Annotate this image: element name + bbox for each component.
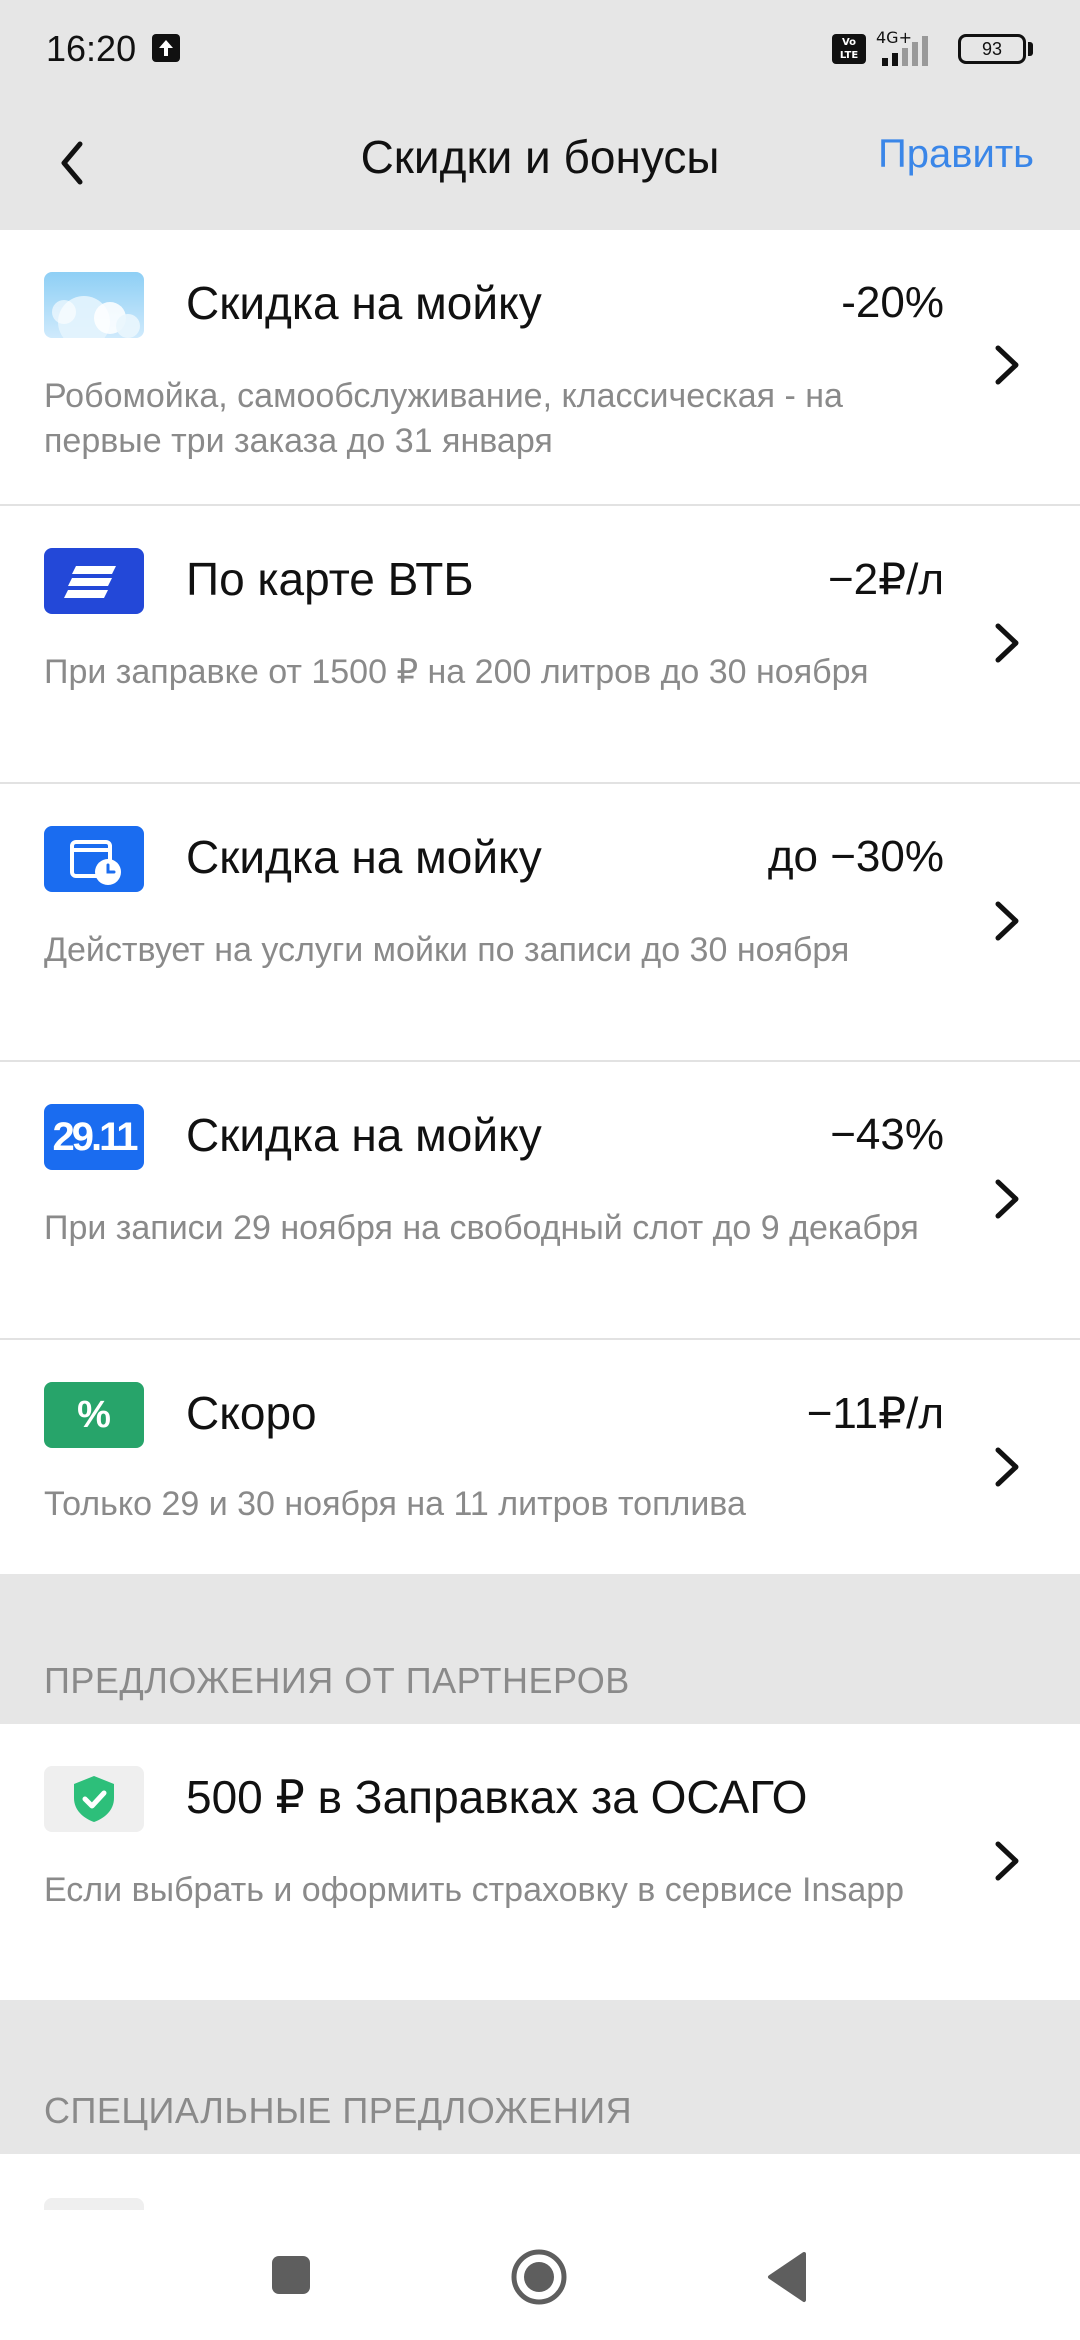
status-bar: 16:20 Vo LTE 4G+ 93	[0, 0, 1080, 100]
card-description: Действует на услуги мойки по записи до 3…	[44, 931, 850, 969]
discount-card[interactable]: Скидка на мойку до −30% Действует на усл…	[0, 784, 1080, 1062]
date-badge-icon: 29.11	[44, 1104, 144, 1170]
chevron-right-icon	[995, 1179, 1019, 1219]
card-value: -20%	[841, 278, 944, 327]
card-title: Скидка на мойку	[186, 831, 542, 883]
calendar-clock-icon	[44, 826, 144, 892]
card-description: Если выбрать и оформить страховку в серв…	[44, 1871, 905, 1909]
partner-offer-card[interactable]: 500 ₽ в Заправках за ОСАГО Если выбрать …	[0, 1724, 1080, 2000]
card-description: Робомойка, самообслуживание, классическа…	[44, 377, 843, 460]
discount-card[interactable]: 29.11 Скидка на мойку −43% При записи 29…	[0, 1062, 1080, 1340]
card-value: −11₽/л	[806, 1389, 944, 1438]
discount-list: Скидка на мойку -20% Робомойка, самообсл…	[0, 230, 1080, 2244]
card-title: Скидка на мойку	[186, 277, 542, 329]
top-app-bar: Скидки и бонусы Править	[0, 100, 1080, 230]
card-description: При заправке от 1500 ₽ на 200 литров до …	[44, 653, 869, 691]
card-title: 500 ₽ в Заправках за ОСАГО	[186, 1771, 808, 1823]
chevron-right-icon	[995, 345, 1019, 385]
edit-button[interactable]: Править	[878, 132, 1034, 177]
card-value: до −30%	[767, 832, 944, 881]
system-navigation-bar	[0, 2210, 1080, 2340]
status-time: 16:20	[46, 28, 137, 69]
chevron-right-icon	[995, 623, 1019, 663]
car-wash-bubbles-icon	[44, 272, 144, 338]
upload-icon	[152, 34, 180, 62]
shield-check-icon	[44, 1766, 144, 1832]
section-header-special: СПЕЦИАЛЬНЫЕ ПРЕДЛОЖЕНИЯ	[0, 2000, 1080, 2154]
discount-card[interactable]: Скидка на мойку -20% Робомойка, самообсл…	[0, 230, 1080, 506]
card-value: −2₽/л	[827, 555, 944, 604]
card-value: −43%	[830, 1110, 944, 1159]
recent-apps-icon[interactable]	[270, 2254, 312, 2296]
chevron-right-icon	[995, 1447, 1019, 1487]
section-label: ПРЕДЛОЖЕНИЯ ОТ ПАРТНЕРОВ	[44, 1660, 630, 1701]
vtb-card-icon	[44, 548, 144, 614]
discount-card[interactable]: По карте ВТБ −2₽/л При заправке от 1500 …	[0, 506, 1080, 784]
section-header-partners: ПРЕДЛОЖЕНИЯ ОТ ПАРТНЕРОВ	[0, 1574, 1080, 1724]
discount-card[interactable]: % Скоро −11₽/л Только 29 и 30 ноября на …	[0, 1340, 1080, 1574]
section-label: СПЕЦИАЛЬНЫЕ ПРЕДЛОЖЕНИЯ	[44, 2090, 633, 2131]
chevron-right-icon	[995, 1841, 1019, 1881]
home-icon[interactable]	[510, 2248, 568, 2306]
battery-icon: 93	[958, 34, 1026, 64]
card-title: Скоро	[186, 1387, 317, 1439]
card-title: По карте ВТБ	[186, 553, 474, 605]
card-title: Скидка на мойку	[186, 1109, 542, 1161]
volte-icon: Vo LTE	[832, 34, 866, 64]
back-nav-icon[interactable]	[764, 2250, 814, 2304]
card-description: Только 29 и 30 ноября на 11 литров топли…	[44, 1485, 746, 1523]
chevron-right-icon	[995, 901, 1019, 941]
battery-tip	[1028, 42, 1033, 56]
signal-icon	[882, 36, 928, 66]
card-description: При записи 29 ноября на свободный слот д…	[44, 1209, 919, 1247]
percent-badge-icon: %	[44, 1382, 144, 1448]
